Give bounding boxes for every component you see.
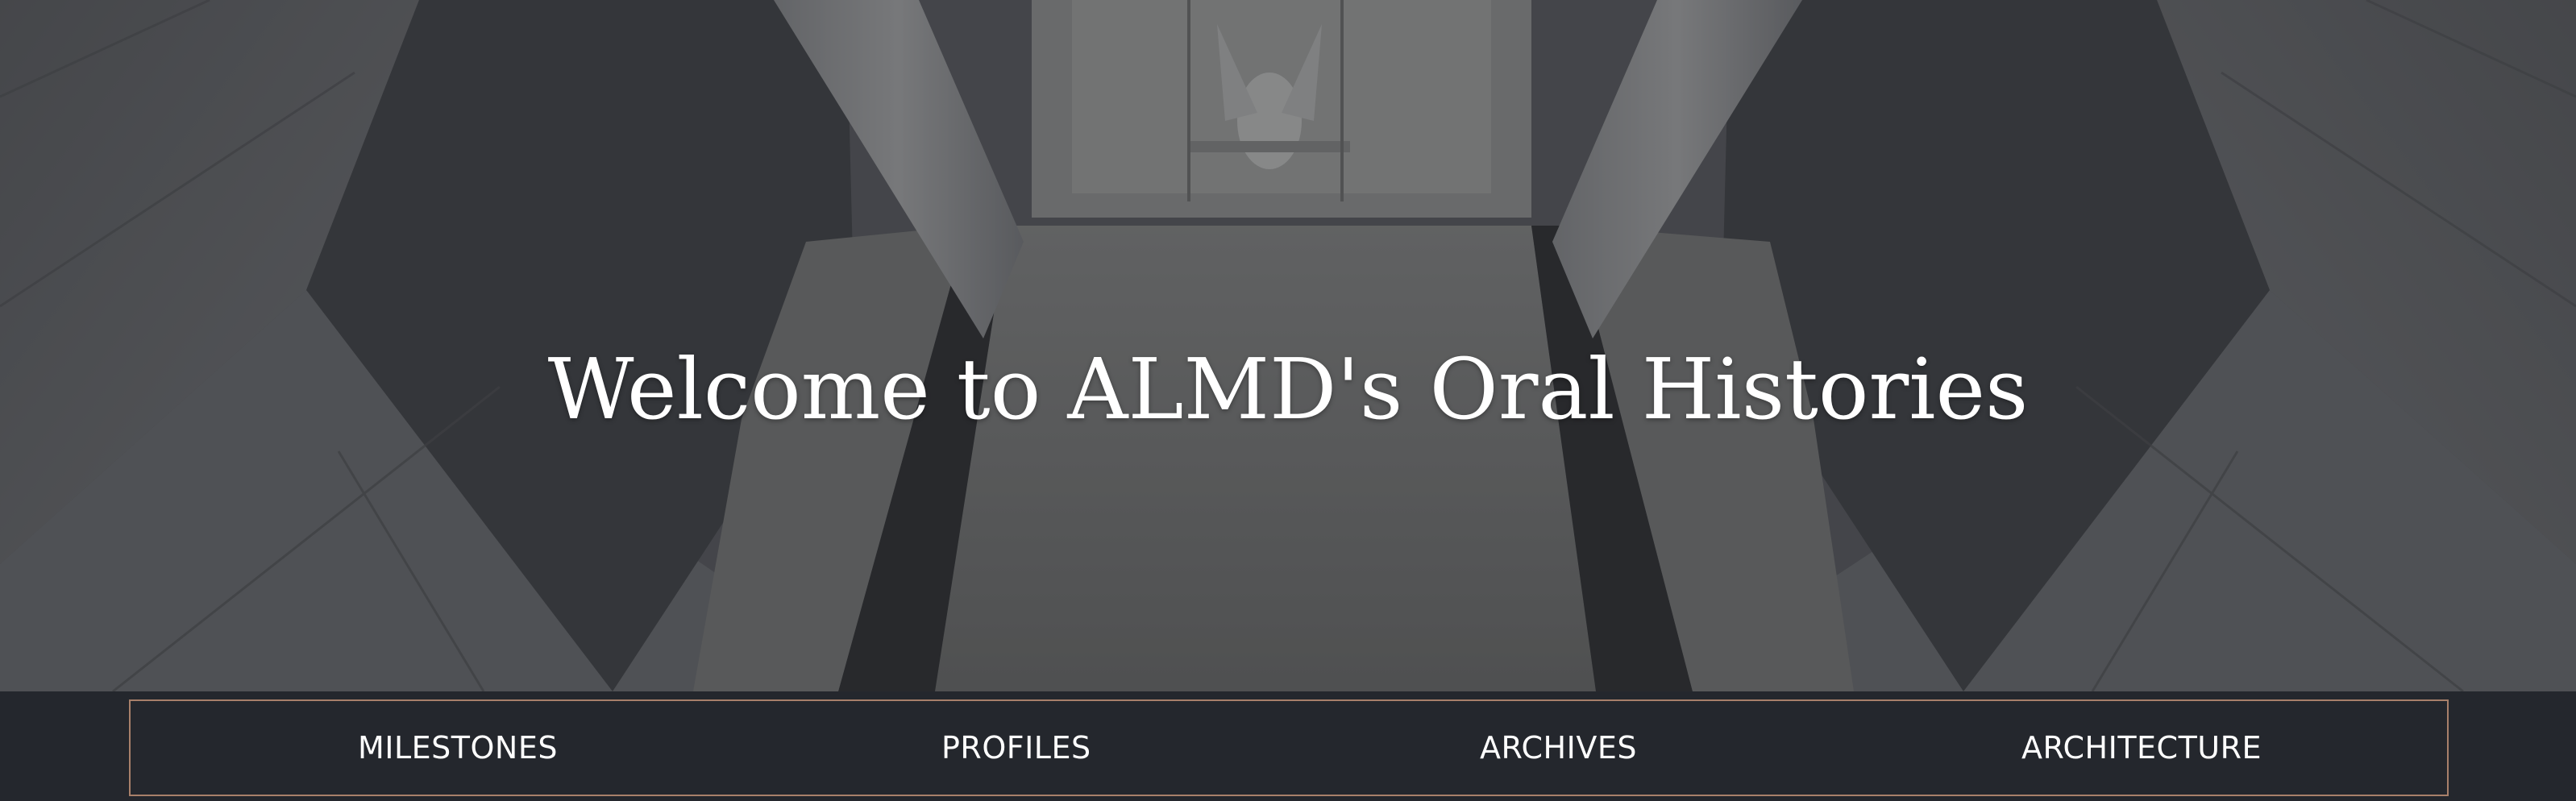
nav-item-architecture[interactable]: ARCHITECTURE (2021, 701, 2262, 795)
main-navigation: MILESTONES PROFILES ARCHIVES ARCHITECTUR… (0, 691, 2576, 801)
nav-frame: MILESTONES PROFILES ARCHIVES ARCHITECTUR… (129, 699, 2449, 796)
nav-item-milestones[interactable]: MILESTONES (358, 701, 558, 795)
nav-item-archives[interactable]: ARCHIVES (1480, 701, 1637, 795)
hero-title: Welcome to ALMD's Oral Histories (547, 340, 2029, 438)
hero-banner: Welcome to ALMD's Oral Histories (0, 0, 2576, 691)
nav-item-profiles[interactable]: PROFILES (941, 701, 1091, 795)
